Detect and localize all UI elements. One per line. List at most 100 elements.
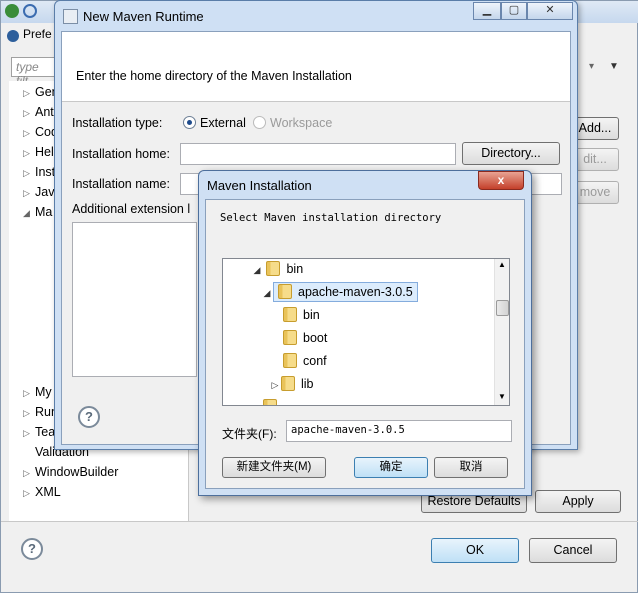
cancel-button[interactable]: 取消	[434, 457, 508, 478]
expand-arrow-icon[interactable]: ▷	[269, 375, 281, 395]
scroll-up-icon[interactable]: ▲	[498, 260, 506, 269]
folder-icon	[283, 307, 297, 322]
folder-input[interactable]: apache-maven-3.0.5	[286, 420, 512, 442]
node-label: apache-maven-3.0.5	[298, 285, 413, 299]
expand-arrow-icon[interactable]: ▷	[23, 128, 35, 139]
tree-item-maven[interactable]: ◢ Ma	[23, 205, 52, 219]
add-button[interactable]: Add...	[571, 117, 619, 140]
folder-icon	[281, 376, 295, 391]
node-label: bin	[286, 262, 304, 276]
folder-icon	[278, 284, 292, 299]
tree-item-label: WindowBuilder	[35, 465, 119, 479]
tree-item-xml[interactable]: ▷ XML	[23, 485, 61, 499]
maven-installation-dialog: Maven Installation x Select Maven instal…	[198, 170, 532, 496]
tree-item-team[interactable]: ▷ Tea	[23, 425, 55, 439]
dialog-title: New Maven Runtime	[83, 9, 204, 24]
expand-arrow-icon[interactable]: ▷	[23, 108, 35, 119]
tree-node-partial[interactable]	[263, 397, 283, 405]
tree-item-ant[interactable]: ▷ Ant	[23, 105, 54, 119]
back-arrow-icon[interactable]: ▾	[589, 61, 594, 72]
node-label: bin	[303, 308, 320, 322]
external-radio[interactable]: External	[183, 116, 246, 130]
radio-selected-icon[interactable]	[183, 116, 196, 129]
minimize-button[interactable]: ▁	[473, 2, 501, 20]
dialog-title: Maven Installation	[207, 178, 312, 193]
divider	[1, 521, 638, 522]
tree-item-help[interactable]: ▷ Hel	[23, 145, 54, 159]
app-icon	[5, 4, 19, 18]
close-button[interactable]: ✕	[527, 2, 573, 20]
refresh-icon	[23, 4, 37, 18]
menu-arrow-icon[interactable]: ▼	[609, 61, 619, 72]
tree-item-mylyn[interactable]: ▷ My	[23, 385, 52, 399]
remove-button[interactable]: move	[571, 181, 619, 204]
radio-unselected-icon[interactable]	[253, 116, 266, 129]
tree-node[interactable]: boot	[283, 328, 327, 348]
help-icon[interactable]: ?	[78, 406, 100, 428]
installation-home-input[interactable]	[180, 143, 456, 165]
collapse-arrow-icon[interactable]: ◢	[23, 208, 35, 219]
window-icon	[63, 9, 78, 24]
node-label: boot	[303, 331, 328, 345]
new-folder-button[interactable]: 新建文件夹(M)	[222, 457, 326, 478]
scroll-down-icon[interactable]: ▼	[498, 392, 506, 401]
expand-arrow-icon[interactable]: ▷	[23, 468, 35, 479]
dialog-titlebar: New Maven Runtime ▁ ▢ ✕	[55, 1, 577, 31]
tree-node-selected[interactable]: ◢ apache-maven-3.0.5	[261, 282, 418, 302]
tree-node[interactable]: conf	[283, 351, 327, 371]
cancel-button[interactable]: Cancel	[529, 538, 617, 563]
tree-item-label: Hel	[35, 145, 54, 159]
additional-extension-label: Additional extension l	[72, 202, 191, 216]
folder-tree[interactable]: ◢ bin ◢ apache-maven-3.0.5 bin boot conf …	[222, 258, 510, 406]
collapse-arrow-icon[interactable]: ◢	[251, 260, 263, 280]
expand-arrow-icon[interactable]: ▷	[23, 148, 35, 159]
tree-item-label: Inst	[35, 165, 56, 179]
dialog-body: Select Maven installation directory ◢ bi…	[205, 199, 525, 489]
installation-name-label: Installation name:	[72, 177, 170, 191]
expand-arrow-icon[interactable]: ▷	[23, 88, 35, 99]
tree-node[interactable]: bin	[283, 305, 320, 325]
tree-item-code[interactable]: ▷ Cod	[23, 125, 58, 139]
tree-item-label: Tea	[35, 425, 56, 439]
collapse-arrow-icon[interactable]: ◢	[261, 283, 273, 303]
expand-arrow-icon[interactable]: ▷	[23, 168, 35, 179]
tree-node[interactable]: ◢ bin	[251, 259, 303, 279]
filter-input[interactable]: type filt	[11, 57, 57, 88]
ok-button[interactable]: OK	[431, 538, 519, 563]
folder-icon	[263, 399, 277, 405]
extension-list[interactable]	[72, 222, 197, 377]
close-icon[interactable]: x	[478, 171, 524, 190]
expand-arrow-icon[interactable]: ▷	[23, 428, 35, 439]
folder-label: 文件夹(F):	[222, 427, 277, 441]
tree-node[interactable]: ▷ lib	[269, 374, 314, 394]
tree-item-install[interactable]: ▷ Inst	[23, 165, 55, 179]
tree-item-label: My	[35, 385, 52, 399]
directory-button[interactable]: Directory...	[462, 142, 560, 165]
maximize-button[interactable]: ▢	[501, 2, 527, 20]
tree-item-label: Ma	[35, 205, 53, 219]
tree-item-windowbuilder[interactable]: ▷ WindowBuilder	[23, 465, 118, 479]
vertical-scrollbar[interactable]: ▲ ▼	[494, 259, 509, 405]
installation-home-label: Installation home:	[72, 147, 170, 161]
expand-arrow-icon[interactable]: ▷	[23, 188, 35, 199]
banner-message: Enter the home directory of the Maven In…	[76, 69, 352, 83]
apply-button[interactable]: Apply	[535, 490, 621, 513]
node-label: conf	[303, 354, 327, 368]
tree-item-label: XML	[35, 485, 61, 499]
edit-button[interactable]: dit...	[571, 148, 619, 171]
expand-arrow-icon[interactable]: ▷	[23, 408, 35, 419]
scrollbar-thumb[interactable]	[496, 300, 509, 316]
help-icon[interactable]: ?	[21, 538, 43, 560]
installation-type-label: Installation type:	[72, 116, 163, 130]
banner: Enter the home directory of the Maven In…	[62, 32, 570, 102]
preferences-title: Prefe	[23, 27, 52, 41]
radio-label: External	[200, 116, 246, 130]
folder-icon	[283, 353, 297, 368]
tree-item-run[interactable]: ▷ Run	[23, 405, 58, 419]
expand-arrow-icon[interactable]: ▷	[23, 488, 35, 499]
node-label: lib	[301, 377, 314, 391]
workspace-radio[interactable]: Workspace	[253, 116, 332, 130]
prompt-text: Select Maven installation directory	[220, 212, 442, 224]
expand-arrow-icon[interactable]: ▷	[23, 388, 35, 399]
ok-button[interactable]: 确定	[354, 457, 428, 478]
